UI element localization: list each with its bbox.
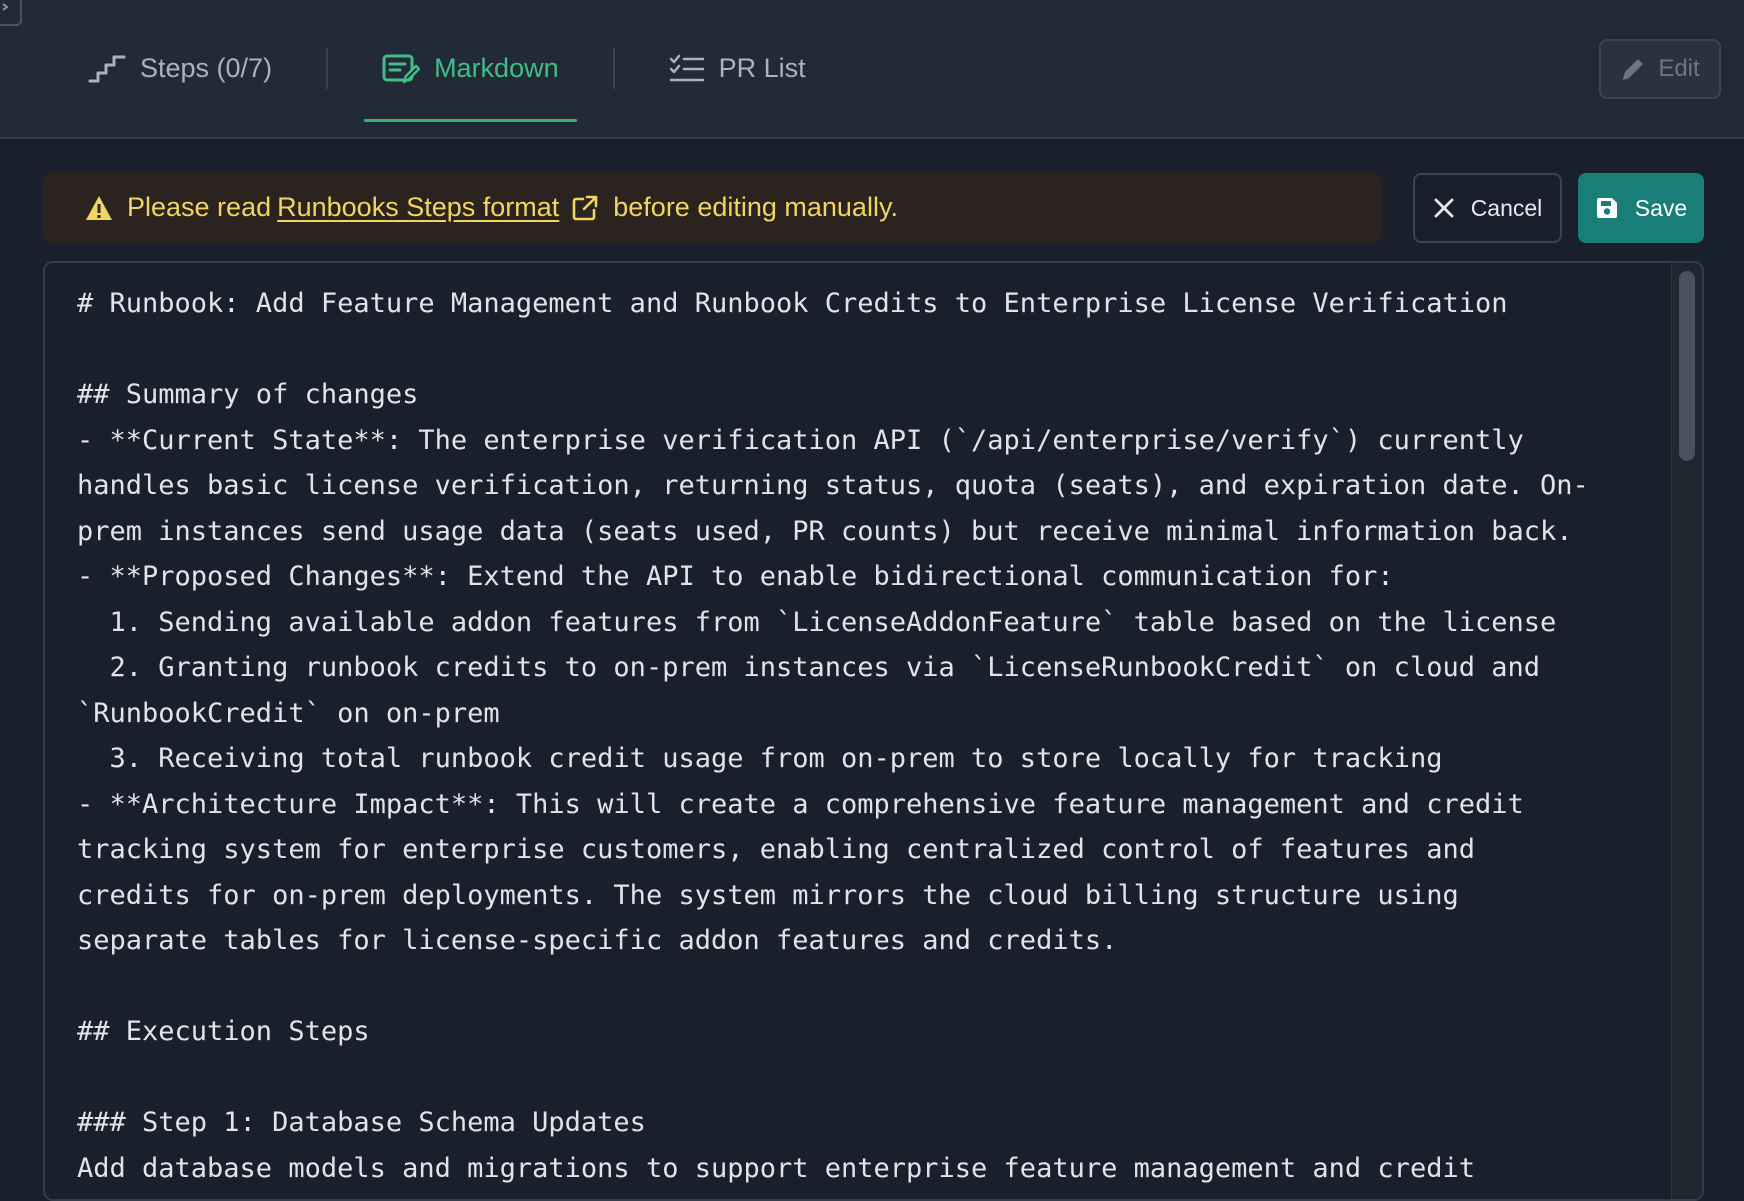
markdown-edit-icon [382, 54, 421, 83]
tab-steps[interactable]: Steps (0/7) [70, 0, 290, 137]
warning-icon [86, 195, 112, 220]
editor-line: 3. Receiving total runbook credit usage … [77, 743, 1443, 774]
editor-scrollbar[interactable] [1671, 263, 1702, 1199]
steps-icon [88, 55, 126, 82]
editor-line: prem instances send usage data (seats us… [77, 515, 1573, 547]
edit-button[interactable]: Edit [1599, 39, 1721, 99]
editor-line: Add database models and migrations to su… [77, 1152, 1475, 1184]
pencil-icon [1622, 59, 1644, 80]
editor-line: # Runbook: Add Feature Management and Ru… [77, 288, 1508, 319]
editor-line: - **Current State**: The enterprise veri… [77, 424, 1524, 456]
markdown-editor[interactable]: # Runbook: Add Feature Management and Ru… [43, 261, 1704, 1201]
cancel-button[interactable]: Cancel [1413, 173, 1562, 243]
save-icon [1596, 198, 1617, 218]
editor-line: 1. Sending available addon features from… [77, 606, 1557, 638]
editor-line: credits for on-prem deployments. The sys… [77, 879, 1459, 911]
tab-divider [326, 48, 329, 89]
editor-line: ## Execution Steps [77, 1016, 370, 1047]
tab-steps-label: Steps (0/7) [140, 53, 273, 83]
tab-divider [612, 48, 615, 89]
scrollbar-thumb[interactable] [1679, 271, 1695, 461]
editor-line: separate tables for license-specific add… [77, 925, 1118, 956]
editor-line: ## Summary of changes [77, 379, 419, 410]
editor-line: - **Proposed Changes**: Extend the API t… [77, 561, 1394, 592]
editor-line: tracking system for enterprise customers… [77, 834, 1475, 865]
warning-banner: Please read Runbooks Steps format before… [43, 172, 1381, 243]
edit-button-label: Edit [1658, 55, 1700, 82]
editor-line: - **Architecture Impact**: This will cre… [77, 788, 1524, 820]
chevron-icon [2, 3, 9, 11]
tab-markdown-label: Markdown [434, 53, 559, 83]
cancel-button-label: Cancel [1470, 194, 1543, 221]
tab-markdown[interactable]: Markdown [364, 0, 577, 137]
editor-line: ### Step 1: Database Schema Updates [77, 1107, 646, 1138]
editor-line: `RunbookCredit` on on-prem [77, 697, 500, 729]
panel-collapse-toggle[interactable] [0, 0, 22, 26]
top-bar: Steps (0/7) Markdown PR List Edit [0, 0, 1744, 139]
tab-pr-list-label: PR List [718, 53, 806, 83]
editor-line: 2. Granting runbook credits to on-prem i… [77, 652, 1540, 683]
tab-pr-list[interactable]: PR List [651, 0, 824, 137]
editor-line: handles basic license verification, retu… [77, 470, 1589, 501]
save-button[interactable]: Save [1578, 173, 1704, 243]
external-link-icon[interactable] [571, 194, 599, 222]
banner-prefix: Please read [127, 192, 272, 222]
checklist-icon [669, 54, 704, 81]
banner-suffix: before editing manually. [613, 192, 898, 222]
close-icon [1434, 198, 1454, 218]
runbooks-format-link[interactable]: Runbooks Steps format [277, 192, 559, 223]
view-tabs: Steps (0/7) Markdown PR List [70, 0, 824, 137]
markdown-editor-content[interactable]: # Runbook: Add Feature Management and Ru… [77, 281, 1677, 1191]
save-button-label: Save [1634, 194, 1688, 221]
